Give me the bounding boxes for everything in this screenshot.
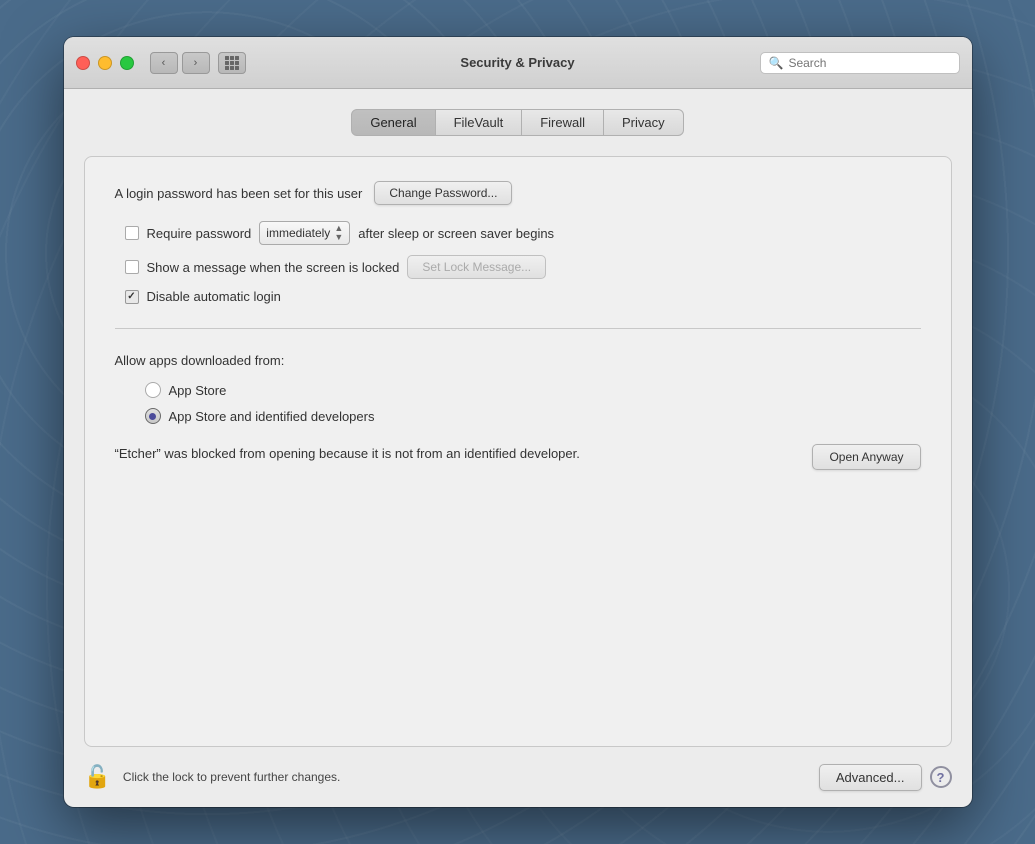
dropdown-arrows-icon: ▲ ▼ bbox=[334, 224, 343, 242]
bottom-right-controls: Advanced... ? bbox=[819, 764, 952, 791]
lock-message-row: Show a message when the screen is locked… bbox=[125, 255, 921, 279]
radio-app-store-identified[interactable] bbox=[145, 408, 161, 424]
radio-app-store-label: App Store bbox=[169, 383, 227, 398]
blocked-app-row: “Etcher” was blocked from opening becaus… bbox=[115, 444, 921, 470]
disable-login-row: Disable automatic login bbox=[125, 289, 921, 304]
lock-icon[interactable]: 🔓 bbox=[84, 764, 111, 790]
back-icon: ‹ bbox=[162, 57, 166, 69]
bottom-bar: 🔓 Click the lock to prevent further chan… bbox=[64, 747, 972, 807]
content-area: General FileVault Firewall Privacy A log… bbox=[64, 89, 972, 807]
forward-button[interactable]: › bbox=[182, 52, 210, 74]
grid-button[interactable] bbox=[218, 52, 246, 74]
dropdown-value: immediately bbox=[266, 226, 330, 240]
radio-app-store-row: App Store bbox=[145, 382, 921, 398]
radio-app-store-identified-row: App Store and identified developers bbox=[145, 408, 921, 424]
tab-filevault[interactable]: FileVault bbox=[436, 109, 523, 136]
help-button[interactable]: ? bbox=[930, 766, 952, 788]
maximize-button[interactable] bbox=[120, 56, 134, 70]
set-lock-message-button[interactable]: Set Lock Message... bbox=[407, 255, 546, 279]
require-password-label: Require password bbox=[147, 226, 252, 241]
section-divider bbox=[115, 328, 921, 329]
main-window: ‹ › Security & Privacy 🔍 General bbox=[64, 37, 972, 807]
back-button[interactable]: ‹ bbox=[150, 52, 178, 74]
open-anyway-button[interactable]: Open Anyway bbox=[812, 444, 920, 470]
tab-general[interactable]: General bbox=[351, 109, 435, 136]
require-password-row: Require password immediately ▲ ▼ after s… bbox=[125, 221, 921, 245]
tab-firewall[interactable]: Firewall bbox=[522, 109, 604, 136]
minimize-button[interactable] bbox=[98, 56, 112, 70]
traffic-lights bbox=[76, 56, 134, 70]
lock-message-label: Show a message when the screen is locked bbox=[147, 260, 400, 275]
lock-message-checkbox[interactable] bbox=[125, 260, 139, 274]
lock-description: Click the lock to prevent further change… bbox=[123, 770, 340, 784]
tabs-bar: General FileVault Firewall Privacy bbox=[64, 109, 972, 136]
disable-login-checkbox[interactable] bbox=[125, 290, 139, 304]
password-timing-dropdown[interactable]: immediately ▲ ▼ bbox=[259, 221, 350, 245]
advanced-button[interactable]: Advanced... bbox=[819, 764, 922, 791]
change-password-button[interactable]: Change Password... bbox=[374, 181, 512, 205]
disable-login-label: Disable automatic login bbox=[147, 289, 281, 304]
blocked-app-text: “Etcher” was blocked from opening becaus… bbox=[115, 444, 793, 464]
grid-icon bbox=[225, 56, 239, 70]
radio-group: App Store App Store and identified devel… bbox=[145, 382, 921, 424]
settings-panel: A login password has been set for this u… bbox=[84, 156, 952, 747]
title-bar: ‹ › Security & Privacy 🔍 bbox=[64, 37, 972, 89]
search-box[interactable]: 🔍 bbox=[760, 52, 960, 74]
apps-section: Allow apps downloaded from: App Store Ap… bbox=[115, 353, 921, 470]
nav-buttons: ‹ › bbox=[150, 52, 246, 74]
window-title: Security & Privacy bbox=[460, 55, 574, 70]
radio-app-store[interactable] bbox=[145, 382, 161, 398]
apps-section-label: Allow apps downloaded from: bbox=[115, 353, 921, 368]
tab-privacy[interactable]: Privacy bbox=[604, 109, 684, 136]
forward-icon: › bbox=[194, 57, 198, 69]
require-password-checkbox[interactable] bbox=[125, 226, 139, 240]
radio-app-store-identified-label: App Store and identified developers bbox=[169, 409, 375, 424]
after-dropdown-label: after sleep or screen saver begins bbox=[358, 226, 554, 241]
password-description: A login password has been set for this u… bbox=[115, 186, 363, 201]
checkbox-section: Require password immediately ▲ ▼ after s… bbox=[125, 221, 921, 304]
close-button[interactable] bbox=[76, 56, 90, 70]
password-section: A login password has been set for this u… bbox=[115, 181, 921, 205]
search-input[interactable] bbox=[788, 56, 950, 70]
search-icon: 🔍 bbox=[769, 56, 784, 70]
